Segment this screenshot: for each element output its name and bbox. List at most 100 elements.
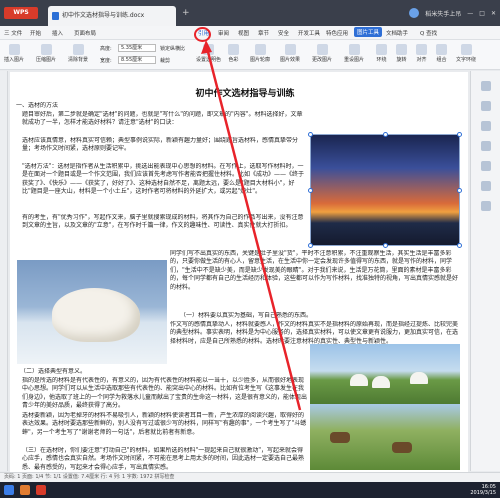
resize-handle[interactable] xyxy=(308,243,313,248)
reset-picture-button[interactable]: 重设图片 xyxy=(344,44,364,63)
change-picture-button[interactable]: 更改图片 xyxy=(312,44,332,63)
wrap-button[interactable]: 环绕 xyxy=(376,44,387,63)
sunset-image[interactable] xyxy=(308,132,462,248)
picture-icon xyxy=(8,44,20,55)
polar-bear-shape xyxy=(52,288,140,342)
avatar[interactable] xyxy=(409,8,420,18)
select-icon[interactable] xyxy=(481,101,491,111)
right-sidebar xyxy=(470,71,500,471)
picture-outline-button[interactable]: 图片轮廓 xyxy=(250,44,270,63)
paragraph-8: 指的是所选的材料是有代表性的，有意义的，因为有代表性的材料能以一当十，以少胜多，… xyxy=(22,377,308,410)
resize-handle[interactable] xyxy=(308,132,313,137)
resize-handle[interactable] xyxy=(383,243,388,248)
document-page[interactable]: 初中作文选材指导与训练 一、选材的方法 题目审好后，第二步就是确定"选材"的问题… xyxy=(10,72,468,482)
outline-icon xyxy=(254,44,266,55)
doc-icon xyxy=(52,12,59,20)
text-wrap-button[interactable]: 文字环绕 xyxy=(456,44,476,63)
lock-aspect-checkbox[interactable]: 锁定纵横比 xyxy=(160,45,185,52)
menu-file[interactable]: 三 文件 xyxy=(4,29,22,37)
remove-background-button[interactable]: 清除背景 xyxy=(68,44,88,63)
height-input[interactable]: 5.35厘米 xyxy=(118,44,156,52)
maximize-icon[interactable]: □ xyxy=(479,10,485,17)
highlight-circle xyxy=(194,27,211,42)
browser-icon[interactable] xyxy=(20,485,30,495)
resize-handle[interactable] xyxy=(457,188,462,193)
paragraph-5: 同学们写不出真实的东西，关键是肚子里没"货"，平时不注意积累，不注重观察生活，其… xyxy=(170,250,459,291)
crop-button[interactable]: 裁剪 xyxy=(160,57,170,64)
picture-effect-button[interactable]: 图片效果 xyxy=(280,44,300,63)
property-icon[interactable] xyxy=(481,141,491,151)
height-label: 高度: xyxy=(100,46,112,52)
group-icon xyxy=(436,44,447,55)
yurt-shape xyxy=(372,376,390,388)
set-transparent-button[interactable]: 设置透明色 xyxy=(196,44,221,63)
resize-handle[interactable] xyxy=(383,132,388,137)
wps-icon[interactable] xyxy=(36,485,46,495)
compress-picture-button[interactable]: 压缩图片 xyxy=(36,44,56,63)
grassland-horse-image[interactable] xyxy=(310,404,460,470)
group-button[interactable]: 组合 xyxy=(436,44,447,63)
wrap-icon xyxy=(376,44,387,55)
titlebar-right: 稻米失手上吊 — □ ✕ xyxy=(409,8,496,18)
style-icon[interactable] xyxy=(481,81,491,91)
align-icon xyxy=(416,44,427,55)
wps-logo[interactable]: WPS xyxy=(4,7,38,19)
new-tab-button[interactable]: + xyxy=(182,8,190,18)
taskbar: 16:05 2019/3/15 xyxy=(0,482,500,498)
heading-2: （二）选择典型有意义。 xyxy=(20,368,87,375)
paragraph-7: 作文写的感情真挚动人，材料就要感人，作文的材料真实不是指材料的原始再现，而是指经… xyxy=(170,321,459,345)
menu-doc-helper[interactable]: 文档助手 xyxy=(386,29,408,37)
paragraph-9: 选材要新颖，因为老掉牙的材料不易吸引人，新颖的材料使读者耳目一新，产生浓厚的阅读… xyxy=(22,412,307,436)
menu-home[interactable]: 开始 xyxy=(30,29,41,37)
resize-handle[interactable] xyxy=(457,132,462,137)
title-bar: WPS 初中作文选材指导与训练.docx + 稻米失手上吊 — □ ✕ xyxy=(0,0,500,26)
insert-picture-button[interactable]: 插入图片 xyxy=(4,44,24,63)
horse-shape xyxy=(392,442,412,453)
align-button[interactable]: 对齐 xyxy=(416,44,427,63)
polar-bear-image[interactable] xyxy=(17,260,167,364)
yurt-shape xyxy=(410,372,428,384)
rotate-button[interactable]: 旋转 xyxy=(396,44,407,63)
backup-icon[interactable] xyxy=(481,161,491,171)
menu-review[interactable]: 审阅 xyxy=(218,29,229,37)
user-name[interactable]: 稻米失手上吊 xyxy=(425,9,461,18)
paragraph-1: 题目审好后，第二步就是确定"选材"的问题，也就是"写什么"的问题，即文章的"内容… xyxy=(22,111,303,127)
resize-handle[interactable] xyxy=(308,188,313,193)
menu-devtools[interactable]: 开发工具 xyxy=(298,29,320,37)
grassland-yurt-image[interactable] xyxy=(310,344,460,404)
paragraph-2: 选材应该真情意，材料真实可信赖；典型事例说实际，新颖有趣力量好；围绕题旨选材料，… xyxy=(22,137,299,153)
text-wrap-icon xyxy=(460,44,472,55)
menu-picture-tools[interactable]: 图片工具 xyxy=(354,27,383,37)
rotate-icon xyxy=(396,44,407,55)
document-tab[interactable]: 初中作文选材指导与训练.docx xyxy=(48,6,176,26)
shape-icon[interactable] xyxy=(481,121,491,131)
menu-view[interactable]: 视图 xyxy=(238,29,249,37)
menu-security[interactable]: 安全 xyxy=(278,29,289,37)
effect-icon xyxy=(284,44,296,55)
menu-bar: 三 文件 开始 插入 页面布局 引用 审阅 视图 章节 安全 开发工具 特色应用… xyxy=(0,26,500,40)
close-icon[interactable]: ✕ xyxy=(491,10,496,17)
clock: 16:05 2019/3/15 xyxy=(470,484,496,496)
help-icon[interactable] xyxy=(481,201,491,211)
document-title: 初中作文选材指导与训练 xyxy=(195,89,295,99)
paragraph-4: 有的考生，有"优秀习作"，写起作文来，脑子里就搜索现成的材料，将其作为自己的作品… xyxy=(22,214,304,230)
share-icon[interactable] xyxy=(481,181,491,191)
heading-1: 一、选材的方法 xyxy=(16,102,59,109)
paragraph-3: "选材方法"：选材是指作者从生活积累中，挑选出能表现中心思想的材料。在写作上，选… xyxy=(22,163,305,196)
resize-handle[interactable] xyxy=(457,243,462,248)
menu-special[interactable]: 特色应用 xyxy=(326,29,348,37)
start-icon[interactable] xyxy=(4,485,14,495)
menu-insert[interactable]: 插入 xyxy=(52,29,63,37)
width-input[interactable]: 8.55厘米 xyxy=(118,56,156,64)
horse-shape xyxy=(330,432,350,443)
menu-layout[interactable]: 页面布局 xyxy=(74,29,96,37)
document-tab-title: 初中作文选材指导与训练.docx xyxy=(62,12,145,19)
color-icon xyxy=(228,44,239,55)
paragraph-6: （一）材料要以真实为基础，写自己熟悉的东西。 xyxy=(180,312,313,319)
menu-chapter[interactable]: 章节 xyxy=(258,29,269,37)
transparent-icon xyxy=(203,44,214,55)
minimize-icon[interactable]: — xyxy=(467,10,473,17)
color-button[interactable]: 色彩 xyxy=(228,44,239,63)
status-bar: 页码: 1 页面: 1/4 节: 1/1 设置值: 7.4厘米 行: 4 列: … xyxy=(0,472,500,482)
menu-search[interactable]: Q 查找 xyxy=(420,29,437,37)
